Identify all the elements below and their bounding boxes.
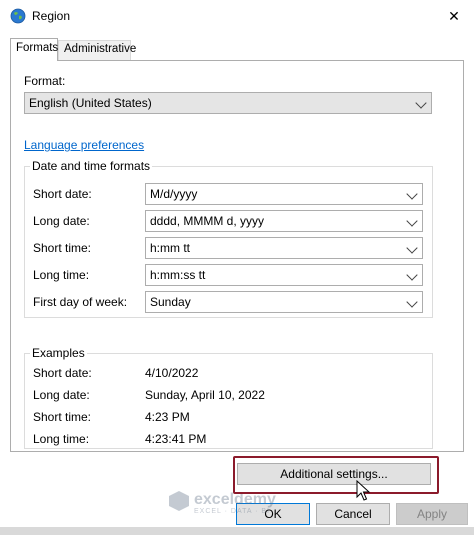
- example-long-time-value: 4:23:41 PM: [145, 432, 207, 446]
- title-bar: Region ✕: [0, 0, 474, 32]
- chevron-down-icon: [406, 269, 418, 281]
- date-time-formats-title: Date and time formats: [30, 159, 153, 173]
- watermark-logo-icon: [169, 491, 189, 511]
- chevron-down-icon: [415, 97, 427, 109]
- tab-formats[interactable]: Formats: [10, 38, 58, 61]
- long-time-value: h:mm:ss tt: [150, 268, 206, 282]
- long-date-value: dddd, MMMM d, yyyy: [150, 214, 265, 228]
- background-strip: [0, 527, 474, 535]
- short-time-value: h:mm tt: [150, 241, 191, 255]
- formats-panel: Format: English (United States) Language…: [10, 60, 464, 452]
- short-date-label: Short date:: [33, 187, 92, 201]
- long-time-label: Long time:: [33, 268, 90, 282]
- mouse-cursor-icon: [356, 480, 371, 501]
- chevron-down-icon: [406, 242, 418, 254]
- chevron-down-icon: [406, 188, 418, 200]
- short-time-label: Short time:: [33, 241, 92, 255]
- first-day-of-week-value: Sunday: [150, 295, 191, 309]
- example-short-date-value: 4/10/2022: [145, 366, 199, 380]
- watermark: exceldemy EXCEL · DATA · BI: [168, 490, 276, 515]
- short-date-dropdown[interactable]: M/d/yyyy: [145, 183, 423, 205]
- example-long-date-label: Long date:: [33, 388, 90, 402]
- tab-administrative[interactable]: Administrative: [58, 40, 136, 60]
- example-long-time-label: Long time:: [33, 432, 90, 446]
- example-short-time-label: Short time:: [33, 410, 92, 424]
- examples-title: Examples: [30, 346, 87, 360]
- long-date-label: Long date:: [33, 214, 90, 228]
- language-preferences-link[interactable]: Language preferences: [24, 138, 144, 152]
- globe-icon: [10, 8, 26, 24]
- example-long-date-value: Sunday, April 10, 2022: [145, 388, 265, 402]
- close-icon: ✕: [448, 8, 460, 24]
- date-time-formats-group: Date and time formats Short date: M/d/yy…: [24, 159, 433, 318]
- apply-button[interactable]: Apply: [396, 503, 468, 525]
- window-title: Region: [32, 9, 71, 23]
- short-date-value: M/d/yyyy: [150, 187, 198, 201]
- close-button[interactable]: ✕: [434, 0, 474, 32]
- chevron-down-icon: [406, 296, 418, 308]
- short-time-dropdown[interactable]: h:mm tt: [145, 237, 423, 259]
- format-label: Format:: [24, 74, 66, 88]
- long-date-dropdown[interactable]: dddd, MMMM d, yyyy: [145, 210, 423, 232]
- format-value: English (United States): [29, 96, 152, 110]
- cancel-button[interactable]: Cancel: [316, 503, 390, 525]
- first-day-of-week-label: First day of week:: [33, 295, 128, 309]
- examples-group: Examples Short date: 4/10/2022 Long date…: [24, 346, 433, 449]
- watermark-tagline: EXCEL · DATA · BI: [194, 508, 270, 515]
- additional-settings-button[interactable]: Additional settings...: [237, 463, 431, 485]
- long-time-dropdown[interactable]: h:mm:ss tt: [145, 264, 423, 286]
- example-short-time-value: 4:23 PM: [145, 410, 190, 424]
- first-day-of-week-dropdown[interactable]: Sunday: [145, 291, 423, 313]
- example-short-date-label: Short date:: [33, 366, 92, 380]
- format-dropdown[interactable]: English (United States): [24, 92, 432, 114]
- chevron-down-icon: [406, 215, 418, 227]
